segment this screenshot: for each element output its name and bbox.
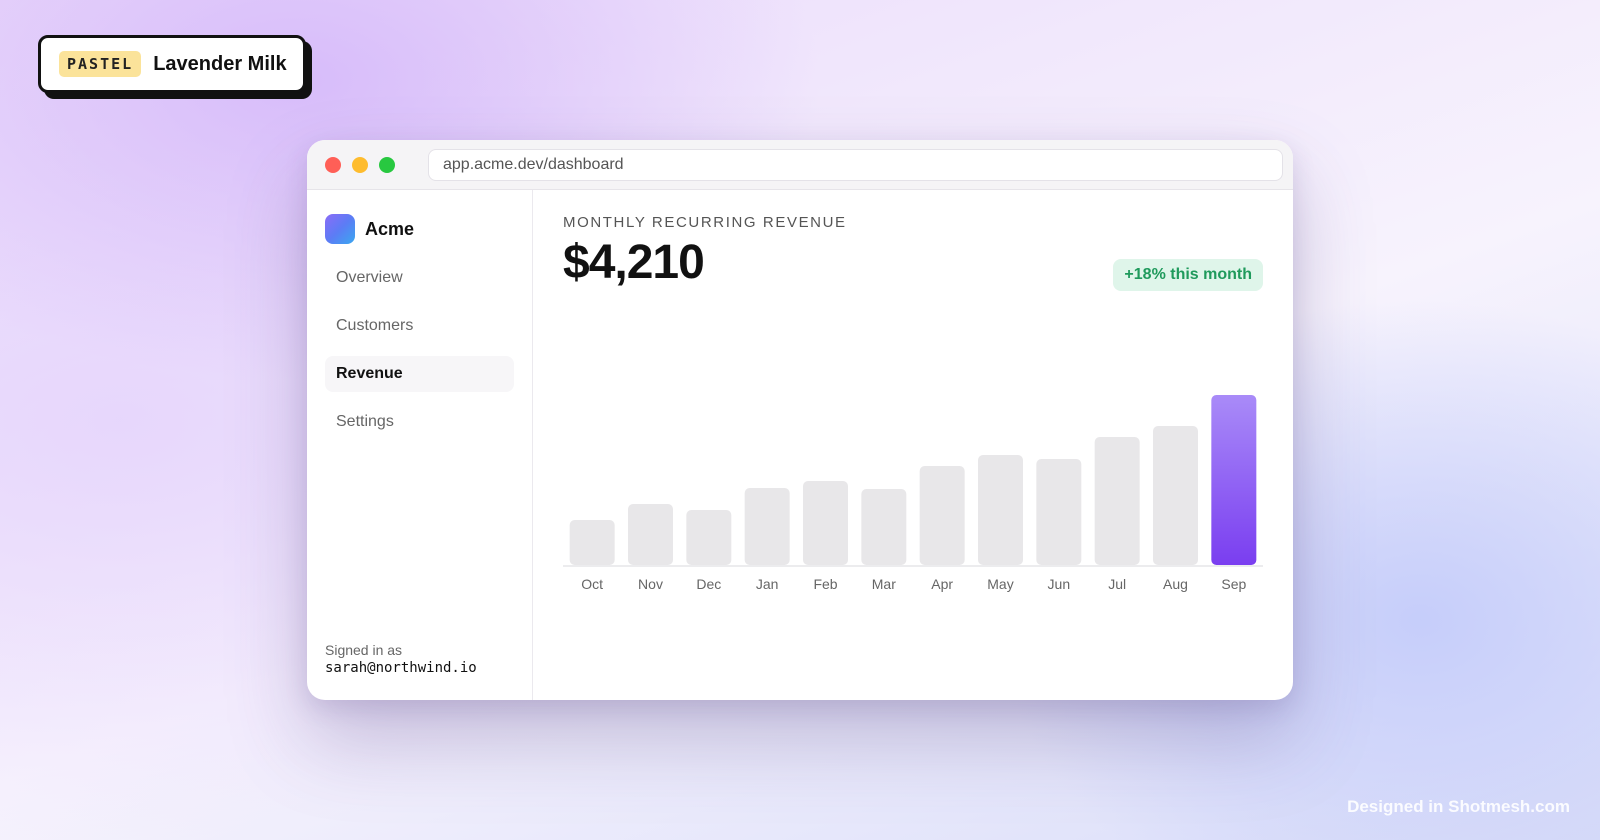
- metric-label: MONTHLY RECURRING REVENUE: [563, 214, 847, 231]
- main-content: MONTHLY RECURRING REVENUE $4,210 +18% th…: [533, 190, 1293, 700]
- maximize-window-button[interactable]: [379, 156, 395, 173]
- theme-tag: PASTEL: [59, 51, 142, 77]
- chart-bar-dec[interactable]: [686, 510, 732, 565]
- brand[interactable]: Acme: [325, 214, 514, 244]
- chart-tick-label: Jul: [1108, 576, 1126, 592]
- sidebar: Acme Overview Customers Revenue Settings…: [307, 190, 533, 700]
- chart-bar-mar[interactable]: [861, 489, 907, 565]
- browser-window: app.acme.dev/dashboard Acme Overview Cus…: [307, 140, 1293, 700]
- address-url: app.acme.dev/dashboard: [443, 155, 624, 173]
- chart-bar-feb[interactable]: [803, 481, 848, 565]
- address-bar[interactable]: app.acme.dev/dashboard: [428, 148, 1283, 181]
- revenue-chart-svg: Oct Nov Dec Jan Feb Mar Apr May Jun Jul Aug Sep: [563, 395, 1263, 592]
- sidebar-item-settings[interactable]: Settings: [325, 404, 514, 440]
- close-window-button[interactable]: [325, 156, 341, 173]
- chart-bar-jan[interactable]: [744, 488, 790, 565]
- brand-name: Acme: [365, 218, 415, 239]
- sidebar-item-overview[interactable]: Overview: [325, 260, 514, 296]
- chart-tick-label: Dec: [696, 576, 721, 592]
- theme-name: Lavender Milk: [153, 52, 287, 75]
- signed-in-email: sarah@northwind.io: [325, 660, 477, 676]
- chart-tick-label: Jun: [1048, 576, 1071, 592]
- chart-bar-sep[interactable]: [1211, 395, 1257, 565]
- watermark: Designed in Shotmesh.com: [1347, 797, 1570, 816]
- title-bar: app.acme.dev/dashboard: [307, 140, 1293, 190]
- chart-tick-label: Feb: [813, 576, 837, 592]
- acme-logo-icon: [325, 214, 355, 244]
- chart-bar-apr[interactable]: [919, 466, 965, 565]
- chart-tick-label: Aug: [1163, 576, 1188, 592]
- minimize-window-button[interactable]: [352, 156, 368, 173]
- chart-bar-may[interactable]: [978, 455, 1023, 565]
- chart-tick-label: Mar: [872, 576, 896, 592]
- sidebar-item-customers[interactable]: Customers: [325, 308, 514, 344]
- signed-in-info: Signed in as sarah@northwind.io: [325, 642, 477, 676]
- chart-bar-nov[interactable]: [628, 504, 673, 565]
- chart-bar-jul[interactable]: [1094, 437, 1140, 565]
- chart-tick-label: Apr: [931, 576, 953, 592]
- chart-tick-label: Nov: [638, 576, 663, 592]
- signed-in-label: Signed in as: [325, 642, 403, 658]
- theme-badge: PASTEL Lavender Milk: [38, 35, 306, 93]
- chart-tick-label: May: [987, 576, 1013, 592]
- sidebar-item-label: Customers: [336, 317, 414, 334]
- chart-bar-aug[interactable]: [1153, 426, 1198, 565]
- chart-tick-label: Jan: [756, 576, 779, 592]
- chart-bar-oct[interactable]: [569, 520, 615, 565]
- delta-badge: +18% this month: [1113, 259, 1263, 291]
- sidebar-item-revenue[interactable]: Revenue: [325, 356, 514, 392]
- sidebar-item-label: Revenue: [336, 365, 403, 382]
- sidebar-item-label: Settings: [336, 413, 394, 430]
- revenue-chart: Oct Nov Dec Jan Feb Mar Apr May Jun Jul Aug Sep: [563, 340, 1263, 602]
- chart-tick-label: Oct: [581, 576, 603, 592]
- chart-tick-label: Sep: [1221, 576, 1246, 592]
- sidebar-item-label: Overview: [336, 269, 403, 286]
- chart-bar-jun[interactable]: [1036, 459, 1082, 565]
